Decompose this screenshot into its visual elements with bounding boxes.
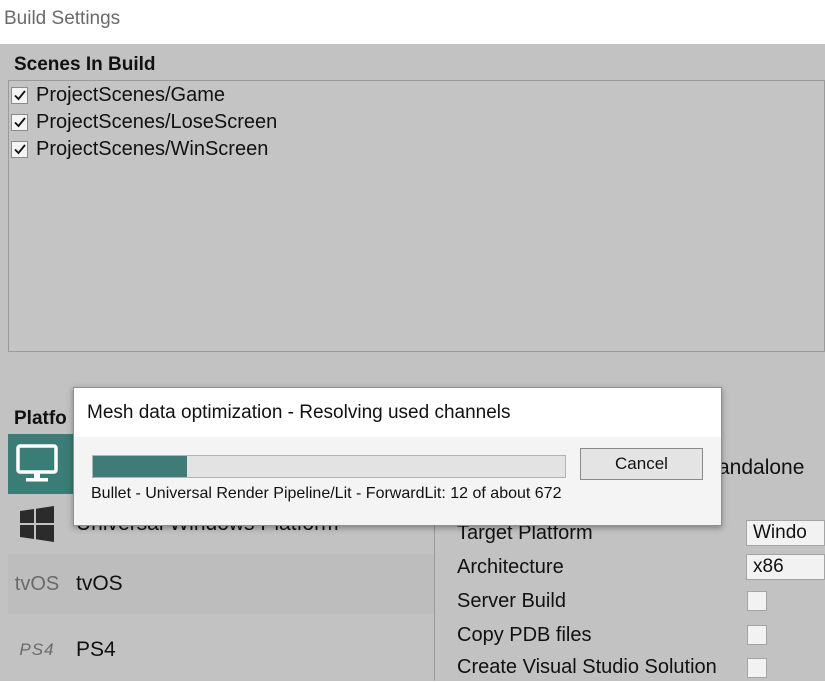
ps4-logo-icon: PS4	[8, 620, 66, 680]
windows-logo-icon	[8, 494, 66, 554]
architecture-dropdown[interactable]: x86	[746, 554, 825, 580]
checkmark-icon	[13, 117, 26, 128]
platform-item-tvos[interactable]: tvOS tvOS	[8, 554, 434, 614]
progress-bar	[92, 455, 566, 478]
cancel-button[interactable]: Cancel	[580, 448, 703, 480]
platform-settings-title: andalone	[718, 456, 805, 479]
target-platform-dropdown[interactable]: Windo	[746, 520, 825, 546]
scene-name: ProjectScenes/WinScreen	[36, 137, 269, 160]
platform-item-label: tvOS	[76, 572, 123, 595]
platform-item-ps4[interactable]: PS4 PS4	[8, 620, 434, 680]
build-settings-panel: Scenes In Build ProjectScenes/Game Proje…	[0, 44, 825, 681]
checkmark-icon	[13, 90, 26, 101]
create-vs-solution-checkbox[interactable]	[747, 658, 767, 678]
checkmark-icon	[13, 144, 26, 155]
scene-list[interactable]: ProjectScenes/Game ProjectScenes/LoseScr…	[8, 80, 825, 352]
scene-checkbox[interactable]	[11, 113, 28, 131]
progress-dialog-title: Mesh data optimization - Resolving used …	[74, 388, 721, 437]
create-vs-solution-label: Create Visual Studio Solution	[457, 655, 717, 678]
scene-checkbox[interactable]	[11, 86, 28, 104]
scene-name: ProjectScenes/LoseScreen	[36, 110, 278, 133]
server-build-checkbox[interactable]	[747, 591, 767, 611]
copy-pdb-checkbox[interactable]	[747, 625, 767, 645]
ps4-logo-text: PS4	[19, 640, 55, 659]
platform-header: Platfo	[14, 408, 67, 429]
tvos-logo-icon: tvOS	[8, 554, 66, 614]
progress-bar-fill	[93, 456, 188, 477]
scene-row[interactable]: ProjectScenes/WinScreen	[11, 136, 268, 162]
architecture-label: Architecture	[457, 555, 564, 578]
progress-status: Bullet - Universal Render Pipeline/Lit -…	[91, 485, 562, 502]
scene-name: ProjectScenes/Game	[36, 83, 225, 106]
scene-checkbox[interactable]	[11, 140, 28, 158]
scene-row[interactable]: ProjectScenes/LoseScreen	[11, 109, 277, 135]
window-title: Build Settings	[0, 0, 825, 44]
scene-row[interactable]: ProjectScenes/Game	[11, 82, 225, 108]
scenes-in-build-header: Scenes In Build	[14, 54, 156, 75]
progress-dialog: Mesh data optimization - Resolving used …	[73, 387, 722, 526]
copy-pdb-label: Copy PDB files	[457, 623, 592, 646]
platform-item-label: PS4	[76, 638, 116, 661]
server-build-label: Server Build	[457, 589, 566, 612]
tvos-logo-text: tvOS	[14, 572, 60, 595]
monitor-icon	[8, 434, 66, 494]
